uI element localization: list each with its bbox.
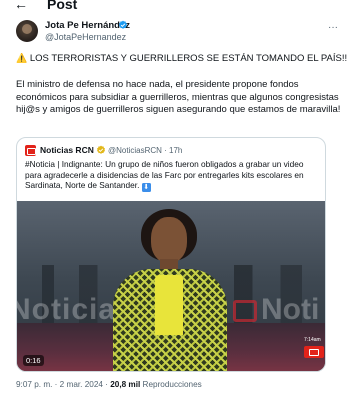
avatar[interactable] — [16, 20, 38, 42]
warning-icon: ⚠️ — [16, 53, 28, 63]
video-watermark-right: Noti — [261, 293, 320, 326]
quoted-text: #Noticia | Indignante: Un grupo de niños… — [25, 159, 320, 192]
tweet-headline: ⚠️ LOS TERRORISTAS Y GUERRILLEROS SE EST… — [16, 53, 347, 64]
video-duration: 0:16 — [23, 355, 44, 366]
presenter-face — [151, 217, 187, 263]
more-options-icon[interactable]: ··· — [328, 22, 338, 33]
down-arrow-icon: ⬇ — [141, 183, 151, 192]
rcn-logo-icon — [25, 145, 36, 156]
rcn-watermark-icon — [233, 300, 257, 322]
broadcast-time: 7:14am — [304, 337, 321, 343]
page-title: Post — [47, 0, 78, 12]
author-handle[interactable]: @JotaPeHernandez — [45, 32, 126, 42]
post-timestamp[interactable]: 9:07 p. m. · 2 mar. 2024 · — [16, 380, 108, 389]
view-label: Reproducciones — [142, 380, 202, 389]
verified-icon — [119, 20, 127, 29]
quoted-text-body: #Noticia | Indignante: Un grupo de niños… — [25, 159, 304, 190]
tweet-headline-text: LOS TERRORISTAS Y GUERRILLEROS SE ESTÁN … — [29, 53, 348, 64]
presenter-top — [155, 275, 183, 335]
rcn-badge-icon — [304, 346, 324, 358]
video-player[interactable]: Noticias Noti 0:16 7:14am — [17, 201, 325, 371]
quoted-author-name: Noticias RCN — [40, 145, 94, 155]
tweet-body: El ministro de defensa no hace nada, el … — [16, 79, 341, 116]
view-count: 20,8 mil — [110, 380, 141, 389]
post-meta: 9:07 p. m. · 2 mar. 2024 · 20,8 mil Repr… — [16, 380, 202, 389]
top-bar: ← Post — [0, 0, 350, 14]
arrow-left-icon[interactable]: ← — [14, 0, 28, 11]
quoted-post[interactable]: Noticias RCN @NoticiasRCN · 17h #Noticia… — [16, 137, 326, 372]
quoted-author-handle: @NoticiasRCN · 17h — [108, 145, 183, 155]
verified-gold-icon — [97, 145, 105, 154]
